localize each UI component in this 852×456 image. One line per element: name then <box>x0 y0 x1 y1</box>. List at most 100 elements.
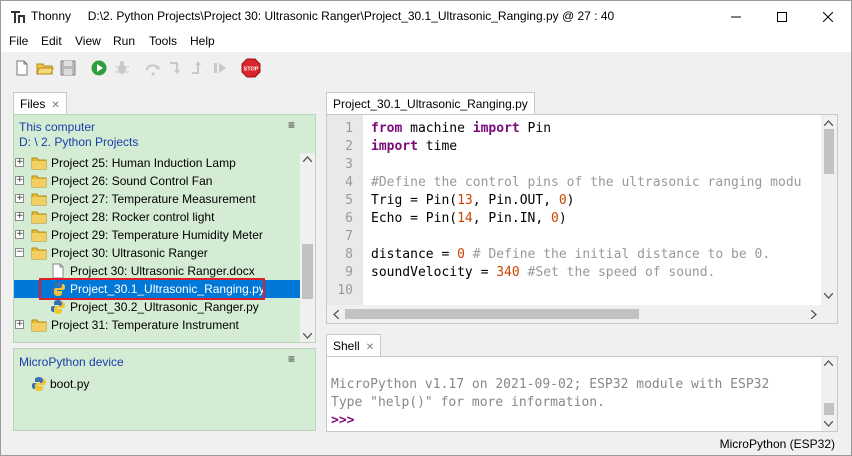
code-keyword: import <box>371 139 418 154</box>
collapse-icon[interactable]: − <box>15 248 24 257</box>
code-line[interactable]: from machine import Pin <box>371 121 551 136</box>
stop-icon-label: STOP <box>244 67 259 73</box>
menu-edit[interactable]: Edit <box>41 34 62 48</box>
expand-icon[interactable]: + <box>15 320 24 329</box>
file-tree-item[interactable]: + Project 31: Temperature Instrument <box>14 316 300 334</box>
line-number: 3 <box>345 157 353 172</box>
menu-tools[interactable]: Tools <box>149 34 177 48</box>
menu-run[interactable]: Run <box>113 34 135 48</box>
code-line[interactable]: import time <box>371 139 457 154</box>
file-tree-item[interactable]: + Project 28: Rocker control light <box>14 208 300 226</box>
maximize-button[interactable] <box>759 1 805 32</box>
folder-icon <box>31 193 47 206</box>
step-over-icon[interactable] <box>144 59 162 77</box>
tab-editor-file[interactable]: Project_30.1_Ultrasonic_Ranging.py <box>326 92 535 114</box>
code-keyword: import <box>472 121 520 136</box>
file-tree-item[interactable]: Project_30.2_Ultrasonic_Ranger.py <box>14 298 300 316</box>
file-tree-item[interactable]: + Project 29: Temperature Humidity Meter <box>14 226 300 244</box>
new-file-icon[interactable] <box>13 59 31 77</box>
current-path-breadcrumb[interactable]: D: \ 2. Python Projects <box>19 135 138 149</box>
title-bar: Thonny D:\2. Python Projects\Project 30:… <box>1 1 851 32</box>
file-tree-item[interactable]: − Project 30: Ultrasonic Ranger <box>14 244 300 262</box>
minimize-icon <box>731 16 741 17</box>
folder-icon <box>31 229 47 242</box>
file-tree-item-label: Project 25: Human Induction Lamp <box>51 156 236 170</box>
python-file-icon <box>32 377 46 391</box>
run-icon[interactable] <box>90 59 108 77</box>
shell-prompt[interactable]: >>> <box>331 413 354 428</box>
open-folder-icon[interactable] <box>36 59 54 77</box>
line-number: 1 <box>345 121 353 136</box>
device-file-boot[interactable]: boot.py <box>14 375 300 393</box>
debug-icon[interactable] <box>113 59 131 77</box>
shell-scroll-down-icon[interactable] <box>824 421 833 427</box>
file-tree-item[interactable]: + Project 26: Sound Control Fan <box>14 172 300 190</box>
stop-icon[interactable]: STOP <box>241 58 261 78</box>
close-button[interactable] <box>805 1 851 32</box>
expand-icon[interactable]: + <box>15 194 24 203</box>
tab-shell[interactable]: Shell ✕ <box>326 334 382 356</box>
menu-view[interactable]: View <box>75 34 101 48</box>
micropython-device-panel: MicroPython device ≡ boot.py <box>13 348 316 431</box>
tab-close-icon[interactable]: ✕ <box>51 100 59 111</box>
code-line[interactable]: #Define the control pins of the ultrason… <box>371 175 801 190</box>
line-number: 8 <box>345 247 353 262</box>
device-menu-icon[interactable]: ≡ <box>288 352 295 366</box>
code-text: Echo = Pin( <box>371 211 458 226</box>
files-scroll-thumb[interactable] <box>302 244 313 299</box>
folder-icon <box>31 175 47 188</box>
shell-scroll-thumb[interactable] <box>824 403 834 415</box>
expand-icon[interactable]: + <box>15 176 24 185</box>
code-text: soundVelocity = <box>371 265 497 280</box>
code-number: 13 <box>457 193 473 208</box>
file-tree-item[interactable]: + Project 25: Human Induction Lamp <box>14 154 300 172</box>
tab-shell-close-icon[interactable]: ✕ <box>366 342 374 353</box>
editor-hscrollbar[interactable] <box>327 305 837 323</box>
files-scrollbar[interactable] <box>300 153 315 342</box>
code-line[interactable]: soundVelocity = 340 #Set the speed of so… <box>371 265 715 280</box>
code-comment: #Set the speed of sound. <box>519 265 716 280</box>
expand-icon[interactable]: + <box>15 158 24 167</box>
thonny-window: Thonny D:\2. Python Projects\Project 30:… <box>0 0 852 456</box>
shell-scrollbar[interactable] <box>821 357 837 431</box>
app-name: Thonny <box>31 9 72 23</box>
scroll-up-icon[interactable] <box>303 156 312 162</box>
files-menu-icon[interactable]: ≡ <box>288 118 295 132</box>
step-out-icon[interactable] <box>189 59 207 77</box>
editor-scroll-left-icon[interactable] <box>333 310 339 319</box>
tab-files[interactable]: Files ✕ <box>13 92 67 114</box>
interpreter-status[interactable]: MicroPython (ESP32) <box>720 437 835 451</box>
code-line[interactable]: distance = 0 # Define the initial distan… <box>371 247 770 262</box>
scroll-down-icon[interactable] <box>303 333 312 339</box>
editor-scroll-up-icon[interactable] <box>824 120 833 126</box>
menu-file[interactable]: File <box>9 34 28 48</box>
code-text: distance = <box>371 247 458 262</box>
shell-scroll-up-icon[interactable] <box>824 360 833 366</box>
editor-scroll-down-icon[interactable] <box>824 293 833 299</box>
expand-icon[interactable]: + <box>15 212 24 221</box>
device-title[interactable]: MicroPython device <box>19 355 124 369</box>
shell-console[interactable]: MicroPython v1.17 on 2021-09-02; ESP32 m… <box>326 356 838 432</box>
code-text: time <box>417 139 458 154</box>
editor-hscroll-thumb[interactable] <box>345 309 639 319</box>
line-number: 7 <box>345 229 353 244</box>
file-tree-item[interactable]: + Project 27: Temperature Measurement <box>14 190 300 208</box>
files-panel: This computer D: \ 2. Python Projects ≡ … <box>13 114 316 343</box>
minimize-button[interactable] <box>713 1 759 32</box>
code-editor[interactable]: 1 2 3 4 5 6 7 8 9 10 from machine import Pin impor… <box>326 114 838 324</box>
resume-icon[interactable] <box>211 59 229 77</box>
editor-scroll-right-icon[interactable] <box>811 310 817 319</box>
close-icon <box>823 11 833 22</box>
menu-bar: File Edit View Run Tools Help <box>1 32 851 52</box>
code-line[interactable]: Trig = Pin(13, Pin.OUT, 0) <box>371 193 575 208</box>
code-line[interactable]: Echo = Pin(14, Pin.IN, 0) <box>371 211 567 226</box>
expand-icon[interactable]: + <box>15 230 24 239</box>
save-icon[interactable] <box>59 59 77 77</box>
file-tree-item-label: Project 27: Temperature Measurement <box>51 192 256 206</box>
thonny-logo-icon <box>11 11 25 23</box>
menu-help[interactable]: Help <box>190 34 215 48</box>
editor-vscrollbar[interactable] <box>821 115 837 305</box>
editor-vscroll-thumb[interactable] <box>824 129 834 174</box>
step-into-icon[interactable] <box>167 59 185 77</box>
this-computer-label[interactable]: This computer <box>19 120 95 134</box>
